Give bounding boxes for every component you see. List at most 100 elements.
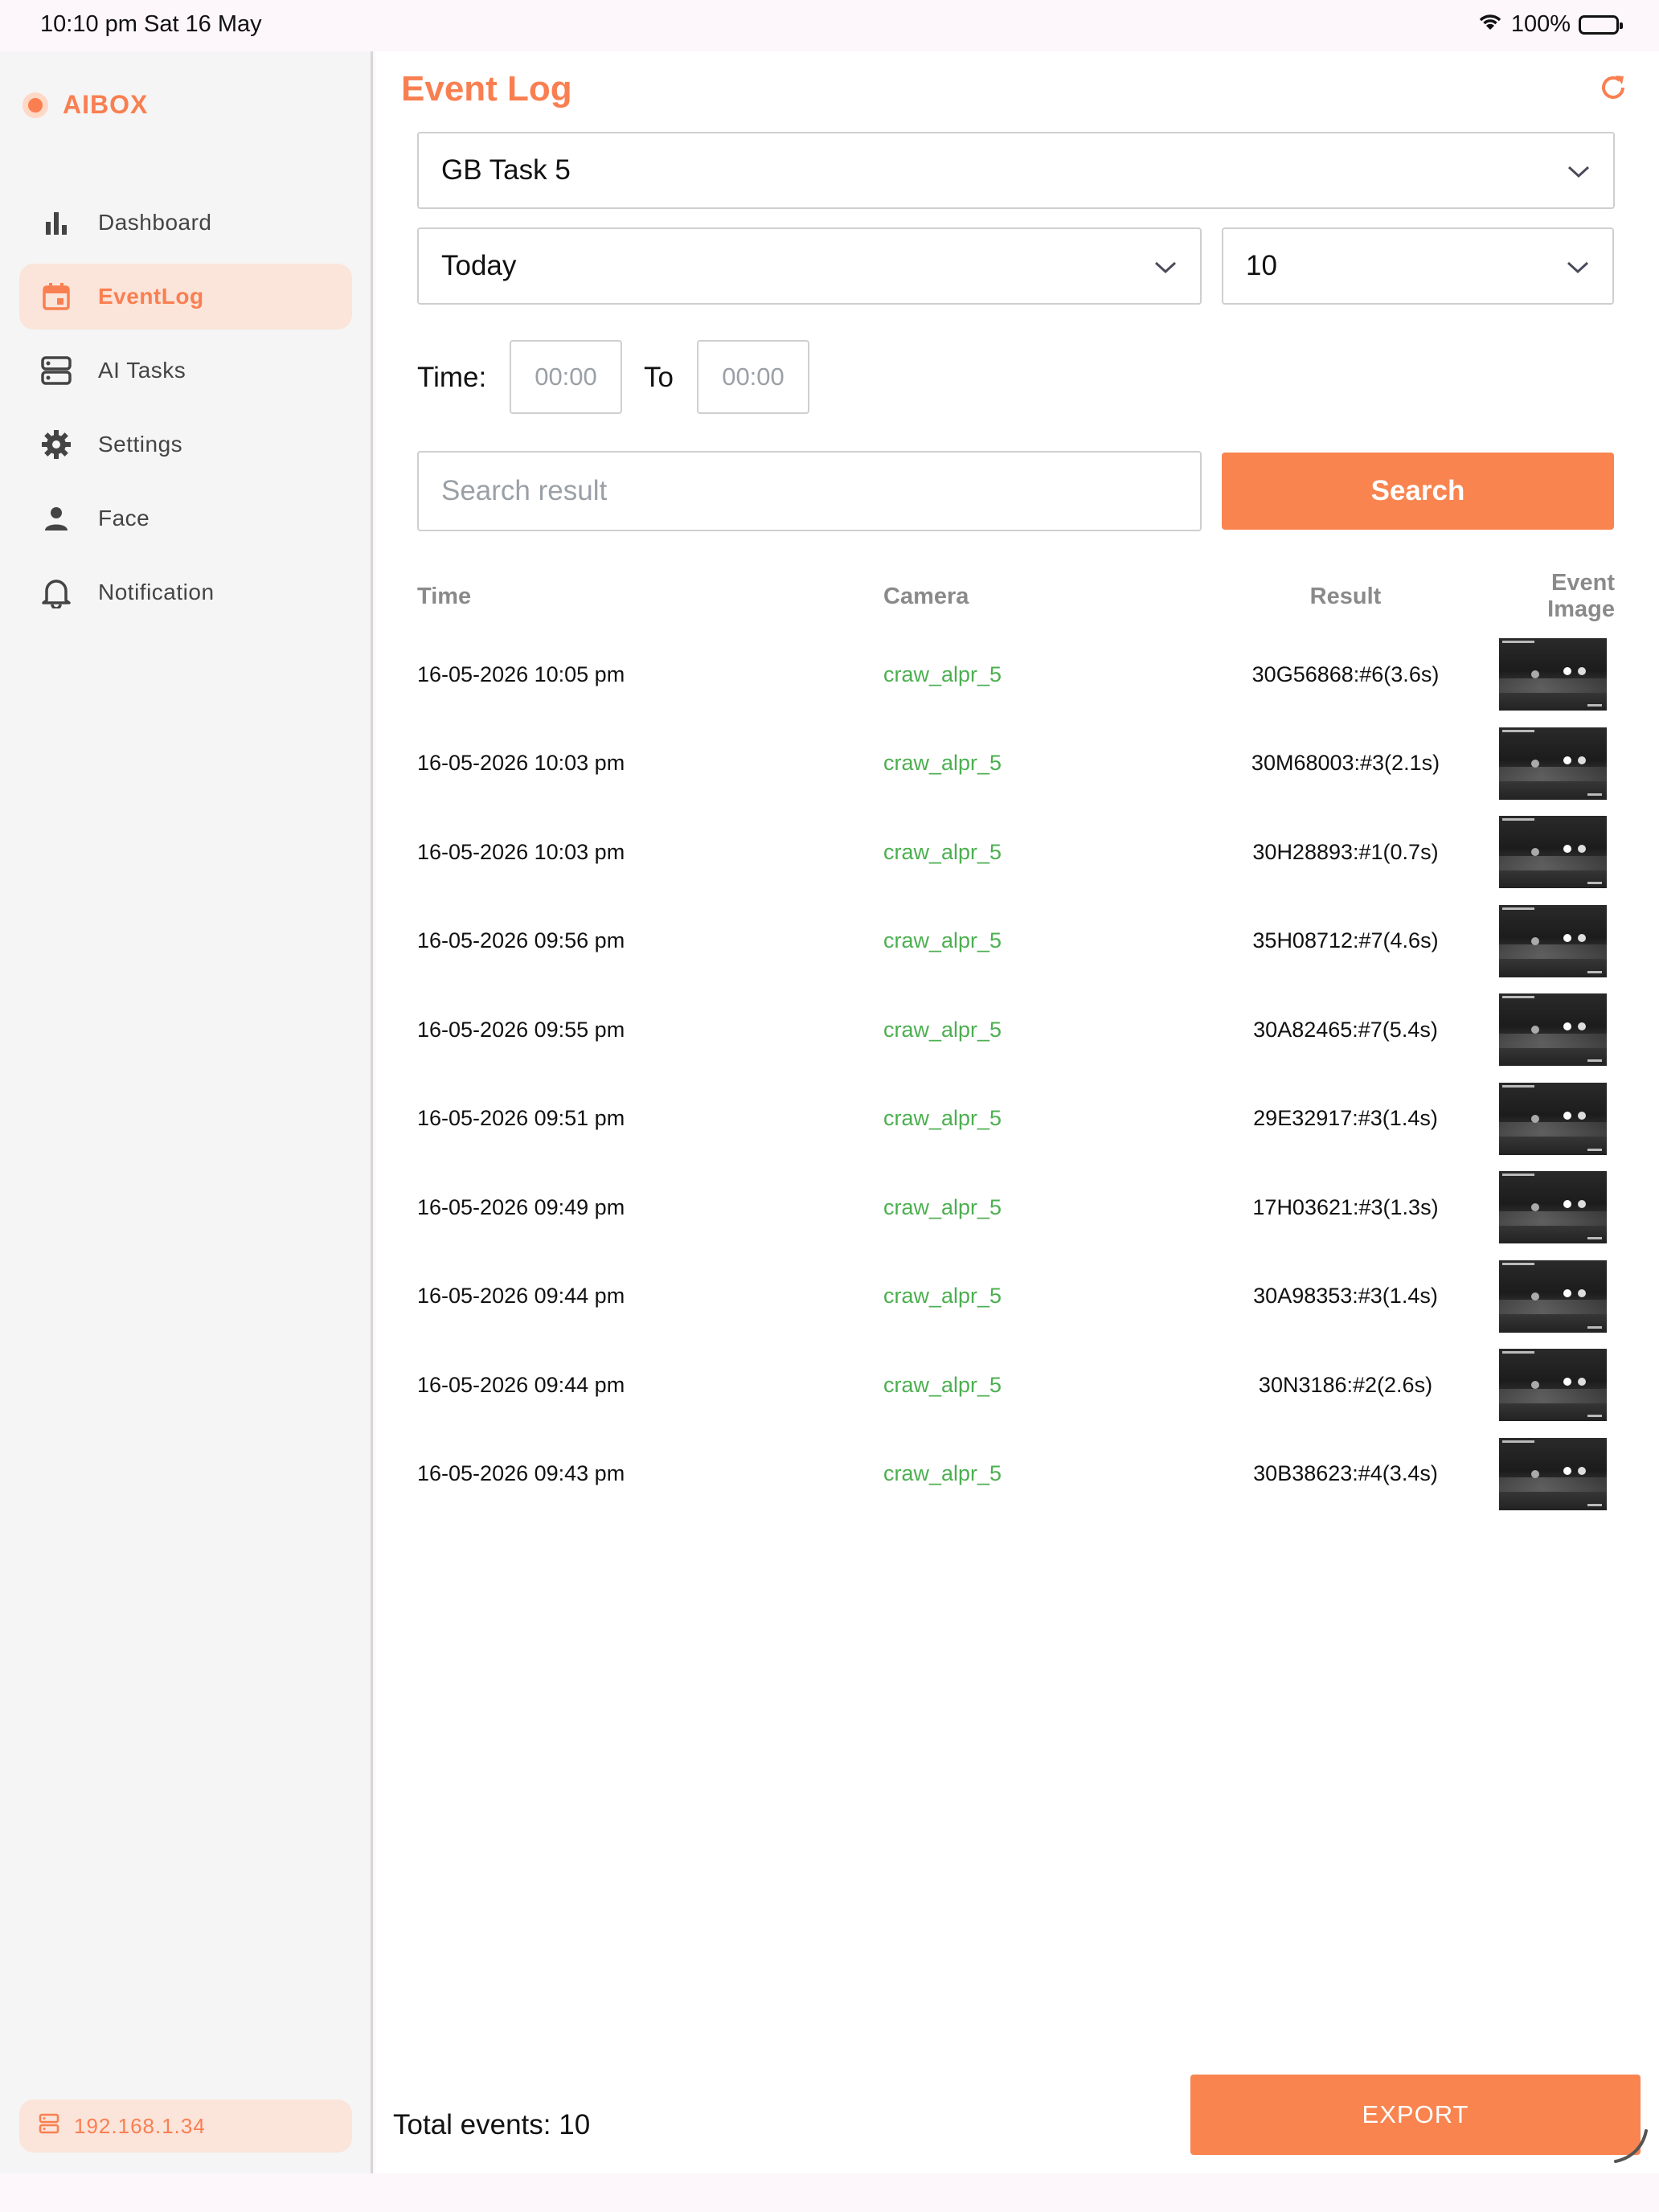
cell-result: 30A98353:#3(1.4s): [1253, 1284, 1438, 1309]
search-placeholder: Search result: [441, 475, 608, 506]
cell-camera: craw_alpr_5: [883, 751, 1002, 776]
table-row[interactable]: 16-05-2026 10:03 pm craw_alpr_5 30H28893:#…: [417, 808, 1615, 897]
sidebar-item-label: Face: [98, 506, 150, 530]
date-select[interactable]: Today: [417, 227, 1202, 305]
person-icon: [39, 501, 74, 536]
sidebar-item-eventlog[interactable]: EventLog: [19, 264, 352, 330]
event-thumbnail[interactable]: [1499, 904, 1607, 977]
cell-camera: craw_alpr_5: [883, 1461, 1002, 1486]
event-thumbnail[interactable]: [1499, 816, 1607, 889]
sidebar-item-dashboard[interactable]: Dashboard: [19, 190, 352, 256]
status-time: 10:10 pm Sat 16 May: [40, 11, 262, 37]
sidebar-item-label: Dashboard: [98, 210, 212, 235]
gear-icon: [39, 427, 74, 462]
sidebar-item-face[interactable]: Face: [19, 485, 352, 551]
total-events: Total events: 10: [393, 2109, 591, 2140]
page-title: Event Log: [401, 69, 572, 109]
cell-result: 30G56868:#6(3.6s): [1251, 662, 1440, 686]
table-row[interactable]: 16-05-2026 09:44 pm craw_alpr_5 30N3186:#2…: [417, 1341, 1615, 1430]
cell-result: 17H03621:#3(1.3s): [1252, 1194, 1439, 1219]
resize-handle-icon: [1611, 2126, 1651, 2170]
search-button[interactable]: Search: [1222, 453, 1614, 530]
calendar-icon: [39, 279, 74, 314]
time-to-placeholder: 00:00: [722, 363, 784, 391]
cell-result: 30B38623:#4(3.4s): [1253, 1461, 1438, 1486]
cell-camera: craw_alpr_5: [883, 839, 1002, 864]
cell-event-image: [1478, 1082, 1615, 1155]
cell-time: 16-05-2026 09:55 pm: [417, 1017, 625, 1042]
cell-result: 30A82465:#7(5.4s): [1253, 1017, 1438, 1042]
wifi-icon: [1477, 11, 1503, 38]
search-input[interactable]: Search result: [417, 451, 1202, 531]
cell-camera: craw_alpr_5: [883, 1284, 1002, 1309]
cell-event-image: [1478, 1260, 1615, 1333]
table-row[interactable]: 16-05-2026 10:03 pm craw_alpr_5 30M68003:#…: [417, 719, 1615, 809]
table-row[interactable]: 16-05-2026 09:55 pm craw_alpr_5 30A82465:#…: [417, 985, 1615, 1075]
cell-camera: craw_alpr_5: [883, 662, 1002, 686]
time-from-input[interactable]: 00:00: [510, 340, 622, 414]
cell-time: 16-05-2026 09:56 pm: [417, 928, 625, 953]
limit-select[interactable]: 10: [1222, 227, 1614, 305]
time-from-placeholder: 00:00: [535, 363, 597, 391]
cell-event-image: [1478, 1349, 1615, 1422]
table-body: 16-05-2026 10:05 pm craw_alpr_5 30G56868:#…: [417, 630, 1615, 1518]
chevron-down-icon: [1153, 250, 1178, 282]
sidebar-nav: Dashboard EventLog AI Tasks Settings Fac…: [19, 190, 352, 633]
sidebar-item-notification[interactable]: Notification: [19, 559, 352, 625]
cell-camera: craw_alpr_5: [883, 1372, 1002, 1397]
cell-camera: craw_alpr_5: [883, 1194, 1002, 1219]
server-ip-badge[interactable]: 192.168.1.34: [19, 2099, 352, 2153]
header-time: Time: [417, 583, 472, 609]
sidebar-item-ai-tasks[interactable]: AI Tasks: [19, 338, 352, 403]
cell-camera: craw_alpr_5: [883, 1017, 1002, 1042]
cell-time: 16-05-2026 10:03 pm: [417, 751, 625, 776]
time-to-input[interactable]: 00:00: [697, 340, 809, 414]
sidebar-item-settings[interactable]: Settings: [19, 412, 352, 477]
refresh-icon[interactable]: [1598, 72, 1628, 107]
event-thumbnail[interactable]: [1499, 1171, 1607, 1244]
to-label: To: [644, 362, 674, 393]
cell-time: 16-05-2026 09:44 pm: [417, 1284, 625, 1309]
event-thumbnail[interactable]: [1499, 1082, 1607, 1155]
status-right: 100%: [1477, 11, 1623, 38]
cell-event-image: [1478, 1171, 1615, 1244]
time-label: Time:: [417, 362, 487, 393]
table-row[interactable]: 16-05-2026 09:49 pm craw_alpr_5 17H03621:#…: [417, 1163, 1615, 1252]
sidebar-item-label: Notification: [98, 580, 215, 604]
event-thumbnail[interactable]: [1499, 638, 1607, 711]
cell-event-image: [1478, 993, 1615, 1067]
table-row[interactable]: 16-05-2026 09:44 pm craw_alpr_5 30A98353:#…: [417, 1252, 1615, 1342]
cell-time: 16-05-2026 09:51 pm: [417, 1106, 625, 1131]
table-row[interactable]: 16-05-2026 09:56 pm craw_alpr_5 35H08712:#…: [417, 897, 1615, 986]
cell-event-image: [1478, 1437, 1615, 1510]
table-row[interactable]: 16-05-2026 09:51 pm craw_alpr_5 29E32917:#…: [417, 1075, 1615, 1164]
cell-time: 16-05-2026 09:43 pm: [417, 1461, 625, 1486]
battery-percent: 100%: [1510, 11, 1571, 37]
cell-time: 16-05-2026 09:49 pm: [417, 1194, 625, 1219]
sidebar: AIBOX Dashboard EventLog AI Tasks Settin…: [0, 51, 373, 2173]
event-thumbnail[interactable]: [1499, 1260, 1607, 1333]
server-ip: 192.168.1.34: [74, 2113, 206, 2138]
event-thumbnail[interactable]: [1499, 1349, 1607, 1422]
server-icon: [39, 353, 74, 388]
table-row[interactable]: 16-05-2026 10:05 pm craw_alpr_5 30G56868:#…: [417, 630, 1615, 719]
bar-chart-icon: [39, 205, 74, 240]
cell-event-image: [1478, 638, 1615, 711]
server-icon: [39, 2113, 59, 2140]
chevron-down-icon: [1566, 250, 1590, 282]
sidebar-item-label: Settings: [98, 432, 183, 457]
table-row[interactable]: 16-05-2026 09:43 pm craw_alpr_5 30B38623:#…: [417, 1430, 1615, 1519]
task-select[interactable]: GB Task 5: [417, 132, 1615, 209]
cell-time: 16-05-2026 10:05 pm: [417, 662, 625, 686]
bell-icon: [39, 575, 74, 610]
table-header: Time Camera Result Event Image: [417, 563, 1615, 630]
sidebar-item-label: AI Tasks: [98, 358, 186, 383]
cell-camera: craw_alpr_5: [883, 928, 1002, 953]
cell-result: 29E32917:#3(1.4s): [1253, 1106, 1438, 1131]
cell-result: 30N3186:#2(2.6s): [1258, 1372, 1433, 1397]
event-thumbnail[interactable]: [1499, 993, 1607, 1067]
event-thumbnail[interactable]: [1499, 1437, 1607, 1510]
cell-event-image: [1478, 904, 1615, 977]
export-button[interactable]: EXPORT: [1190, 2075, 1641, 2155]
event-thumbnail[interactable]: [1499, 727, 1607, 800]
